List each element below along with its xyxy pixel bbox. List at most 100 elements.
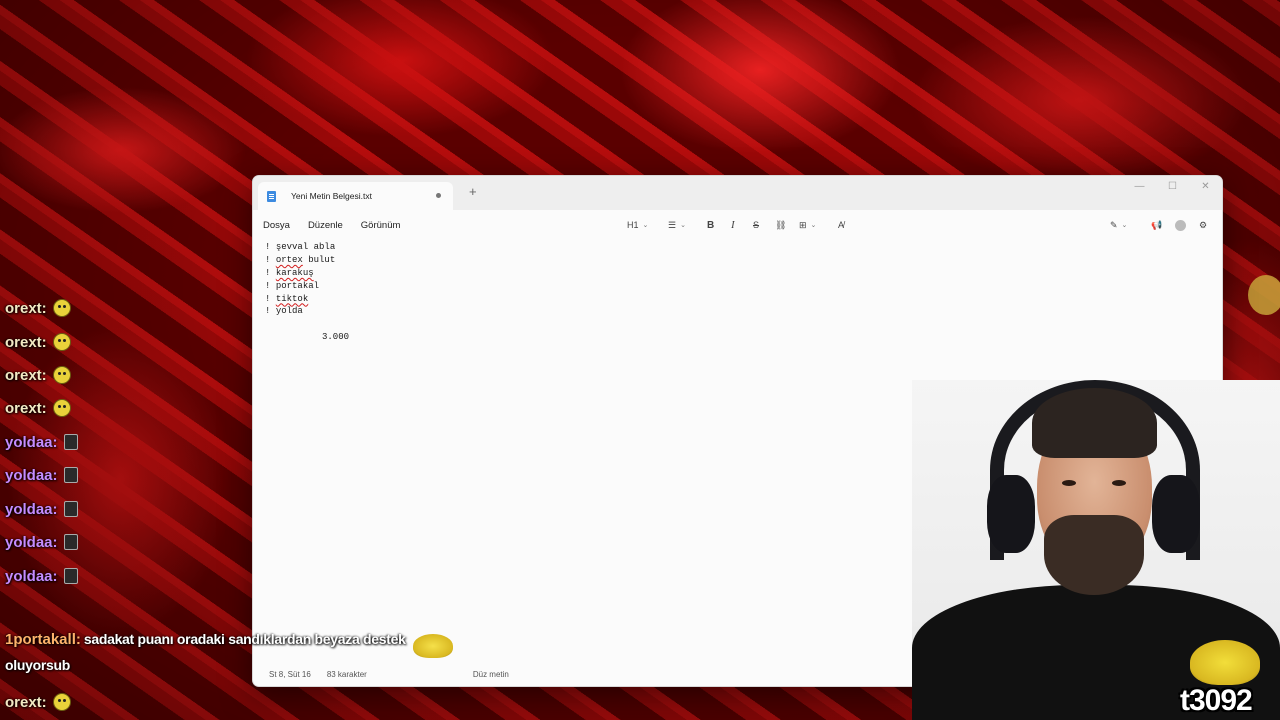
chat-message: orext: [5,687,71,717]
chevron-down-icon: ⌄ [810,222,817,229]
text-format[interactable]: Düz metin [473,670,509,679]
chat-message: orext: [5,360,71,390]
line-word: portakal [275,280,320,291]
chat-username: 1portakall: [5,630,81,648]
smile-emote-icon [52,299,71,317]
italic-label: I [731,219,735,231]
chevron-down-icon: ⌄ [1121,222,1128,229]
channel-overlay-text: t3092 [1180,684,1253,717]
misspelled-word[interactable]: ortex [276,255,303,265]
chat-message-continued: oluyorsub [5,654,70,676]
misspelled-word[interactable]: karakuş [276,268,314,278]
unsaved-dot-icon[interactable] [436,193,441,198]
text-line: ! tiktok [265,293,1210,306]
line-word: yolda [275,306,303,317]
settings-button[interactable]: ⚙ [1199,210,1207,240]
person-eye [1112,480,1126,486]
headset-earcup [1152,475,1200,553]
maximize-icon[interactable]: ☐ [1156,176,1189,196]
link-button[interactable]: ⛓ [775,210,786,240]
menu-file[interactable]: Dosya [263,220,290,231]
chat-message: yoldaa: [5,527,78,557]
chat-message: 1portakall: sadakat puanı oradaki sandıkl… [5,628,406,650]
chevron-down-icon: ⌄ [680,222,686,229]
emote-bubble [1248,275,1280,315]
chat-message: orext: [5,327,71,357]
strikethrough-button[interactable]: S [753,210,759,240]
chat-username: yoldaa: [5,466,58,484]
copilot-icon: ✎ [1110,219,1118,230]
chat-message: yoldaa: [5,561,78,591]
line-prefix: ! [265,280,276,291]
title-bar: Yeni Metin Belgesi.txt + — ☐ ✕ [253,176,1222,210]
smile-emote-icon [52,693,71,711]
line-prefix: ! [265,267,276,278]
chat-username: yoldaa: [5,500,58,518]
list-dropdown[interactable]: ☰ ⌄ [668,210,686,240]
character-count: 83 karakter [326,669,367,679]
smile-emote-icon [52,399,71,417]
chat-username: yoldaa: [5,533,58,551]
w-emote-icon [63,434,78,450]
line-rest: abla [308,242,336,252]
bold-label: B [707,219,715,231]
menu-edit[interactable]: Düzenle [308,220,343,231]
w-emote-icon [63,467,78,483]
w-emote-icon [63,534,78,550]
line-prefix: ! [265,293,276,304]
share-icon: 📢 [1151,219,1163,230]
table-dropdown[interactable]: ⊞ ⌄ [799,210,816,240]
line-word: şevval [275,242,309,252]
menu-bar: Dosya Düzenle Görünüm H1 ⌄ ☰ ⌄ B I S ⛓ ⊞ ⌄ … [253,210,1222,240]
heading-dropdown[interactable]: H1 ⌄ [627,210,648,240]
bold-button[interactable]: B [707,210,714,240]
channel-mascot-icon [1190,640,1260,685]
document-tab[interactable]: Yeni Metin Belgesi.txt [258,182,453,210]
chat-message: yoldaa: [5,427,78,457]
smile-emote-icon [52,366,71,384]
chat-username: orext: [5,299,47,317]
clear-format-icon: A̸ [838,220,845,230]
settings-icon: ⚙ [1199,219,1208,230]
chat-message: yoldaa: [5,494,78,524]
share-button[interactable]: 📢 [1151,210,1162,240]
strikethrough-label: S [753,220,760,230]
mascot-emote-icon [413,634,453,658]
amount-line: 3.000 [265,331,1210,344]
minimize-icon[interactable]: — [1123,176,1156,196]
cursor-position: St 8, Süt 16 [269,669,311,679]
line-prefix: ! [265,306,276,317]
misspelled-word[interactable]: tiktok [276,294,308,304]
account-icon [1175,219,1186,231]
new-tab-button[interactable]: + [469,185,477,198]
close-icon[interactable]: ✕ [1189,176,1222,196]
chat-message: orext: [5,393,71,423]
chat-username: orext: [5,366,47,384]
person-hair [1032,388,1157,458]
notepad-icon [267,190,276,202]
copilot-dropdown[interactable]: ✎ ⌄ [1110,210,1127,240]
chat-username: yoldaa: [5,567,58,585]
text-line: ! portakal [265,280,1210,293]
chat-username: yoldaa: [5,433,58,451]
line-rest: bulut [302,254,336,265]
window-controls: — ☐ ✕ [1123,176,1222,196]
tab-title: Yeni Metin Belgesi.txt [291,191,372,201]
menu-view[interactable]: Görünüm [361,220,401,231]
clear-format-button[interactable]: A̸ [838,210,844,240]
person-eye [1062,480,1076,486]
italic-button[interactable]: I [731,210,735,240]
chevron-down-icon: ⌄ [642,222,649,229]
text-line: ! ortex bulut [265,254,1210,267]
account-button[interactable] [1175,210,1186,240]
chat-message: yoldaa: [5,460,78,490]
chat-username: orext: [5,693,47,711]
w-emote-icon [63,568,78,584]
line-prefix: ! [265,254,276,265]
w-emote-icon [63,501,78,517]
line-prefix: ! [265,242,276,252]
chat-username: orext: [5,333,47,351]
chat-text: sadakat puanı oradaki sandıklardan beyaz… [83,631,406,647]
text-line: ! yolda [265,305,1210,318]
